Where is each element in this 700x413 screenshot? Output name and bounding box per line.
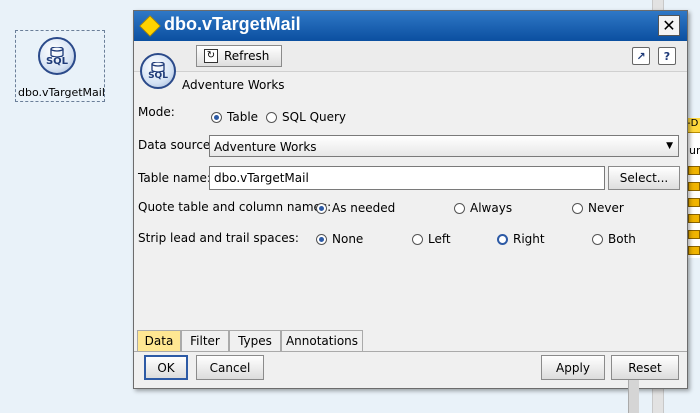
database-sql-icon: SQL [38,37,76,75]
radio-icon [592,233,603,245]
refresh-icon: ↻ [204,49,218,63]
radio-icon [572,202,583,214]
side-node[interactable]: -D un [686,118,700,258]
table-name-input[interactable]: dbo.vTargetMail [209,166,605,190]
strip-both-radio[interactable]: Both [592,232,636,246]
field-arrow-icon [688,198,700,207]
source-caption: Adventure Works [182,78,285,92]
mode-sql-query-radio[interactable]: SQL Query [266,110,346,124]
help-icon[interactable]: ? [658,47,676,65]
reset-button[interactable]: Reset [611,355,679,380]
database-node-dialog: dbo.vTargetMail ✕ ↻ Refresh ↗ ? SQL Adve… [133,10,688,389]
strip-left-radio[interactable]: Left [412,232,451,246]
field-arrow-icon [688,182,700,191]
field-arrow-icon [688,246,700,255]
quote-always-radio[interactable]: Always [454,201,512,215]
field-arrow-icon [688,166,700,175]
radio-icon [454,202,465,214]
tab-bar: Data Filter Types Annotations [134,330,687,352]
scrollbar-handle[interactable] [628,380,639,413]
radio-icon [316,233,327,245]
quote-as-needed-radio[interactable]: As needed [316,201,395,215]
launch-icon[interactable]: ↗ [632,47,650,65]
toolbar: ↻ Refresh ↗ ? [134,41,687,72]
close-icon: ✕ [662,16,676,35]
mode-label: Mode: [138,105,175,119]
quote-names-label: Quote table and column names: [138,200,332,214]
cancel-button[interactable]: Cancel [196,355,264,380]
data-source-label: Data source: [138,138,215,152]
tab-data[interactable]: Data [137,330,181,351]
tab-filter[interactable]: Filter [181,330,229,351]
mode-table-radio[interactable]: Table [211,110,258,124]
radio-icon [412,233,423,245]
strip-spaces-label: Strip lead and trail spaces: [138,231,299,245]
select-button[interactable]: Select... [608,166,680,190]
apply-button[interactable]: Apply [541,355,605,380]
database-sql-icon: SQL [140,53,176,89]
strip-right-radio[interactable]: Right [497,232,545,246]
node-label: dbo.vTargetMail [18,86,105,99]
ok-button[interactable]: OK [144,355,188,380]
node-diamond-icon [139,15,161,37]
tab-annotations[interactable]: Annotations [281,330,363,351]
chevron-down-icon: ▼ [666,141,673,151]
title-bar[interactable]: dbo.vTargetMail ✕ [134,11,687,41]
side-node-label: un [689,144,700,157]
refresh-label: Refresh [224,49,270,63]
radio-icon [316,202,327,214]
radio-icon [211,111,222,123]
radio-icon [497,233,508,245]
side-node-header: -D [687,118,700,133]
close-button[interactable]: ✕ [658,15,680,36]
data-source-select[interactable]: Adventure Works ▼ [209,135,679,157]
tab-types[interactable]: Types [229,330,281,351]
quote-never-radio[interactable]: Never [572,201,624,215]
dialog-title: dbo.vTargetMail [164,14,301,34]
radio-icon [266,111,277,123]
sql-source-node[interactable]: SQL dbo.vTargetMail [15,30,105,102]
refresh-button[interactable]: ↻ Refresh [196,45,282,67]
strip-none-radio[interactable]: None [316,232,363,246]
field-arrow-icon [688,214,700,223]
table-name-label: Table name: [138,171,211,185]
field-arrow-icon [688,230,700,239]
